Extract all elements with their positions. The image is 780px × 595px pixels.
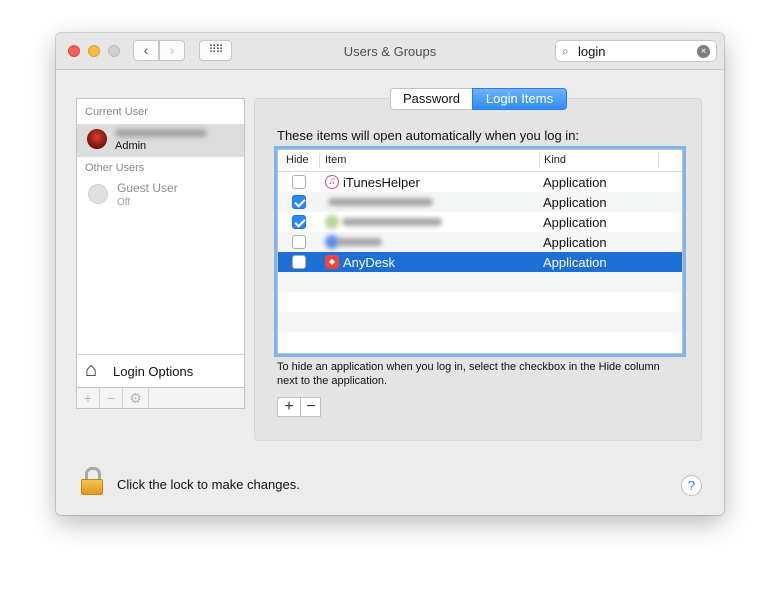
help-button[interactable]: ? [681,475,702,496]
item-kind: Application [543,255,607,270]
avatar [87,129,107,149]
empty-row [278,312,682,332]
sidebar-toolbar: + − ⚙ [76,388,245,409]
empty-row [278,292,682,312]
search-icon: ⌕ [562,44,569,58]
add-login-item-button[interactable]: + [278,398,301,416]
login-items-table[interactable]: Hide Item Kind ♫ iTunesHelper Applicatio… [277,149,683,354]
remove-user-button[interactable]: − [100,388,123,408]
gear-icon[interactable]: ⚙ [123,388,149,408]
item-kind: Application [543,215,607,230]
hide-checkbox[interactable] [292,255,306,269]
current-user-header: Current User [85,106,148,118]
guest-avatar [88,184,108,204]
hide-checkbox[interactable] [292,175,306,189]
table-header: Hide Item Kind [278,150,682,172]
users-groups-window: ‹ › ⠿⠿ Users & Groups ⌕ × Current User A… [56,33,724,515]
item-name: AnyDesk [343,255,396,270]
column-header-item[interactable]: Item [325,154,346,166]
current-user-role: Admin [115,140,147,152]
search-field[interactable]: ⌕ × [555,40,717,62]
table-row-selected[interactable]: ◆ AnyDesk Application [278,252,682,272]
table-row[interactable]: ♫ iTunesHelper Application [278,172,682,192]
empty-row [278,272,682,292]
hide-checkbox[interactable] [292,215,306,229]
lock-message: Click the lock to make changes. [117,477,300,492]
empty-row [278,332,682,352]
item-kind: Application [543,175,607,190]
add-user-button[interactable]: + [77,388,100,408]
table-row[interactable]: Application [278,212,682,232]
item-kind: Application [543,235,607,250]
clear-search-icon[interactable]: × [697,45,710,58]
current-user-row[interactable]: Admin [77,124,244,157]
titlebar: ‹ › ⠿⠿ Users & Groups ⌕ × [56,33,724,70]
hide-checkbox[interactable] [292,235,306,249]
lock-icon[interactable] [81,467,103,495]
redacted-item-name [336,238,382,246]
login-items-intro: These items will open automatically when… [277,128,580,143]
login-options-item[interactable]: ⌂ Login Options [77,354,244,387]
redacted-item-name [328,198,433,206]
column-header-kind[interactable]: Kind [544,154,566,166]
hide-hint-text: To hide an application when you log in, … [277,361,660,387]
tab-login-items[interactable]: Login Items [472,88,567,110]
redacted-username [115,129,207,137]
house-icon: ⌂ [85,359,98,381]
add-remove-control: + − [277,397,321,417]
itunes-icon: ♫ [325,175,339,189]
tab-password[interactable]: Password [390,88,473,110]
hide-checkbox[interactable] [292,195,306,209]
table-row[interactable]: Application [278,192,682,212]
users-sidebar: Current User Admin Other Users Guest Use… [76,98,245,388]
other-users-header: Other Users [85,162,145,174]
table-row[interactable]: Application [278,232,682,252]
remove-login-item-button[interactable]: − [300,398,322,416]
search-input[interactable] [578,43,688,59]
column-header-hide[interactable]: Hide [286,154,309,166]
item-kind: Application [543,195,607,210]
anydesk-icon: ◆ [325,255,339,269]
redacted-item-name [342,218,442,226]
login-options-label: Login Options [113,364,194,379]
item-name: iTunesHelper [343,175,420,190]
blurred-app-icon [325,215,339,229]
guest-user-status: Off [117,197,131,208]
guest-user-name: Guest User [117,181,178,195]
